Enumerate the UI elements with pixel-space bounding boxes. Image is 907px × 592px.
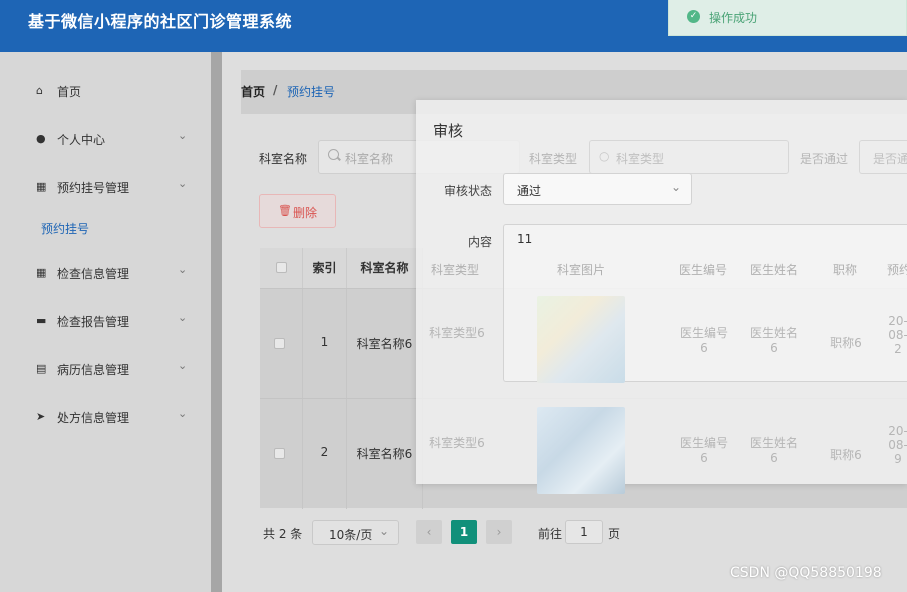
row-dept-type: 科室类型6 [429,326,485,340]
review-dialog: 审核 科室类型 ○ 科室类型 是否通过 是否通 审核状态 通过 ⌄ 内容 11 … [416,100,907,494]
row-index: 1 [320,335,329,349]
row-doctor-id: 医生编号6 [679,326,728,355]
success-toast: ✓ 操作成功 [668,0,907,36]
prev-page-button[interactable]: ‹ [416,520,442,544]
header-dept-name: 科室名称 [347,248,423,288]
sidebar-item-exam-info-mgmt[interactable]: ▦ 检查信息管理 ⌄ [36,263,196,284]
chevron-down-icon: ⌄ [670,180,681,194]
dept-image [537,296,625,383]
delete-button[interactable]: 🗑 删除 [259,194,336,228]
header-appointment: 预约 [886,263,907,277]
sidebar-subitem-appointment[interactable]: 预约挂号 [41,220,89,237]
trash-icon: 🗑 [278,204,292,217]
header-select-all[interactable] [260,248,303,288]
sidebar-item-label: 病历信息管理 [57,363,130,377]
chevron-down-icon: ⌄ [178,311,188,324]
row-doctor-name: 医生姓名6 [749,326,798,355]
header-doctor-id: 医生编号 [678,263,727,277]
sidebar-scrollbar[interactable] [211,52,222,592]
row-dept-name: 科室名称6 [356,447,413,461]
home-icon: ⌂ [36,84,43,97]
page-number-current[interactable]: 1 [451,520,477,544]
sidebar-item-label: 检查信息管理 [57,267,130,281]
chevron-down-icon: ⌄ [178,407,188,420]
breadcrumb-separator: / [273,83,278,97]
page-suffix: 页 [608,527,621,541]
header-dept-type: 科室类型 [430,263,479,277]
next-page-button[interactable]: › [486,520,512,544]
chevron-down-icon: ⌄ [178,129,188,142]
search-icon [328,149,339,160]
chevron-down-icon: ⌄ [378,524,389,538]
toast-message: 操作成功 [709,11,758,25]
briefcase-icon: ▬ [36,314,47,327]
clipboard-icon: ▤ [36,362,47,375]
sidebar-item-medical-record-mgmt[interactable]: ▤ 病历信息管理 ⌄ [36,359,196,380]
send-icon: ➤ [36,410,46,423]
row-date: 20-08-2 [888,314,907,356]
success-check-icon: ✓ [687,10,700,23]
header-doctor-name: 医生姓名 [749,263,798,277]
watermark: CSDN @QQ58850198 [730,565,882,581]
dialog-title: 审核 [433,122,464,140]
sidebar-item-label: 处方信息管理 [57,411,130,425]
passed-select[interactable]: 是否通 [859,140,907,174]
row-checkbox[interactable] [274,338,285,349]
passed-label: 是否通过 [800,152,849,166]
sidebar-item-prescription-mgmt[interactable]: ➤ 处方信息管理 ⌄ [36,407,196,428]
sidebar-item-exam-report-mgmt[interactable]: ▬ 检查报告管理 ⌄ [36,311,196,332]
row-doctor-id: 医生编号6 [679,436,728,465]
header-dept-image: 科室图片 [556,263,605,277]
sidebar-item-home[interactable]: ⌂ 首页 [36,82,196,102]
row-dept-type: 科室类型6 [429,436,485,450]
content-label: 内容 [468,235,493,249]
sidebar-item-label: 检查报告管理 [57,315,130,329]
chevron-down-icon: ⌄ [178,359,188,372]
sidebar-item-label: 预约挂号管理 [57,181,130,195]
row-title: 职称6 [830,336,862,350]
chevron-down-icon: ⌄ [178,263,188,276]
row-index: 2 [320,445,329,459]
dept-type-label: 科室类型 [529,152,578,166]
page-size-select[interactable]: 10条/页 ⌄ [312,520,399,545]
sidebar-item-personal-center[interactable]: ● 个人中心 ⌄ [36,129,196,150]
search-icon: ○ [599,149,610,163]
goto-page-input[interactable]: 1 [565,520,603,544]
status-select[interactable]: 通过 ⌄ [503,173,692,205]
goto-label: 前往 [538,527,563,541]
header-title: 职称 [832,263,857,277]
status-label: 审核状态 [444,184,493,198]
row-dept-name: 科室名称6 [356,337,413,351]
grid-icon: ▦ [36,180,47,193]
sidebar-item-label: 个人中心 [57,133,106,147]
dept-type-search-input[interactable]: ○ 科室类型 [589,140,789,174]
header-index: 索引 [303,248,347,288]
sidebar-item-appointment-mgmt[interactable]: ▦ 预约挂号管理 ⌄ [36,177,196,198]
row-doctor-name: 医生姓名6 [749,436,798,465]
app-title: 基于微信小程序的社区门诊管理系统 [28,12,293,31]
breadcrumb-home[interactable]: 首页 [241,83,265,100]
sidebar-item-label: 首页 [57,85,82,99]
row-title: 职称6 [830,448,862,462]
dept-name-label: 科室名称 [259,152,308,166]
chevron-down-icon: ⌄ [178,177,188,190]
user-icon: ● [36,132,46,145]
select-all-checkbox[interactable] [276,262,287,273]
dept-image [537,407,625,494]
grid-icon: ▦ [36,266,47,279]
pagination-total: 共 2 条 [263,527,303,541]
row-date: 20-08-9 [888,424,907,466]
breadcrumb-current: 预约挂号 [287,85,336,99]
row-checkbox[interactable] [274,448,285,459]
